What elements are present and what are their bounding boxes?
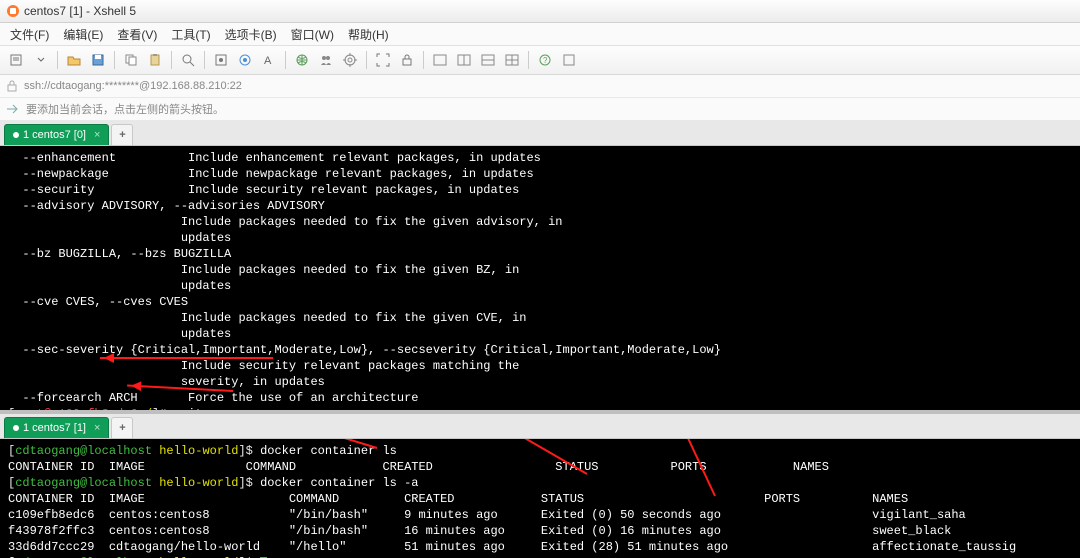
tab-session-0[interactable]: 1 centos7 [0] × [4,124,109,145]
toolbar: A ? [0,46,1080,75]
hint-bar: 要添加当前会话，点击左侧的箭头按钮。 [0,98,1080,121]
layout3-icon[interactable] [477,49,499,71]
table-header: CONTAINER ID IMAGE COMMAND CREATED STATU… [8,459,1072,475]
tab-close-icon[interactable]: × [94,422,100,434]
term-output-line: --security Include security relevant pac… [8,182,1072,198]
address-bar: ssh://cdtaogang:********@192.168.88.210:… [0,75,1080,98]
fullscreen-icon[interactable] [372,49,394,71]
tabstrip-upper: 1 centos7 [0] × + [0,121,1080,146]
window-title: centos7 [1] - Xshell 5 [24,4,136,18]
term-output-line: updates [8,326,1072,342]
help-icon[interactable]: ? [534,49,556,71]
tab-add-button[interactable]: + [111,124,133,145]
tab-label: 1 centos7 [0] [23,129,86,141]
plus-icon: + [119,129,125,141]
term-output-line: --sec-severity {Critical,Important,Moder… [8,342,1072,358]
tab-status-dot [13,132,19,138]
toolbar-dropdown-icon[interactable] [30,49,52,71]
term-output-line: Include security relevant packages match… [8,358,1072,374]
term-output-line: --enhancement Include enhancement releva… [8,150,1072,166]
terminal-pane-1[interactable]: [cdtaogang@localhost hello-world]$ docke… [0,439,1080,558]
svg-text:A: A [264,55,272,67]
toolbar-separator [423,51,424,69]
new-session-icon[interactable] [6,49,28,71]
tabstrip-lower: 1 centos7 [1] × + [0,414,1080,439]
term-output-line: --advisory ADVISORY, --advisories ADVISO… [8,198,1072,214]
term-output-line: Include packages needed to fix the given… [8,310,1072,326]
tab-close-icon[interactable]: × [94,129,100,141]
hint-text: 要添加当前会话，点击左侧的箭头按钮。 [26,101,224,117]
term-output-line: --bz BUGZILLA, --bzs BUGZILLA [8,246,1072,262]
globe-icon[interactable] [291,49,313,71]
term-prompt-line: [cdtaogang@localhost hello-world]$ docke… [8,475,1072,491]
table-row: 33d6dd7ccc29 cdtaogang/hello-world "/hel… [8,539,1072,555]
layout4-icon[interactable] [501,49,523,71]
menu-edit[interactable]: 编辑(E) [57,24,109,45]
terminal-pane-0[interactable]: --enhancement Include enhancement releva… [0,146,1080,410]
address-text[interactable]: ssh://cdtaogang:********@192.168.88.210:… [24,80,1074,92]
tab-status-dot [13,425,19,431]
copy-icon[interactable] [120,49,142,71]
layout1-icon[interactable] [429,49,451,71]
layout2-icon[interactable] [453,49,475,71]
toolbar-separator [171,51,172,69]
toolbar-separator [204,51,205,69]
app-icon [6,4,20,18]
color-icon[interactable] [234,49,256,71]
menu-file[interactable]: 文件(F) [4,24,55,45]
about-icon[interactable] [558,49,580,71]
menubar: 文件(F) 编辑(E) 查看(V) 工具(T) 选项卡(B) 窗口(W) 帮助(… [0,23,1080,46]
term-output-line: --forcearch ARCH Force the use of an arc… [8,390,1072,406]
paste-icon[interactable] [144,49,166,71]
menu-help[interactable]: 帮助(H) [342,24,395,45]
toolbar-separator [366,51,367,69]
save-icon[interactable] [87,49,109,71]
properties-icon[interactable] [210,49,232,71]
term-output-line: Include packages needed to fix the given… [8,262,1072,278]
lock-icon[interactable] [396,49,418,71]
term-output-line: Include packages needed to fix the given… [8,214,1072,230]
addr-lock-icon [6,80,18,92]
term-output-line: --newpackage Include newpackage relevant… [8,166,1072,182]
svg-text:?: ? [543,56,548,65]
tab-session-1[interactable]: 1 centos7 [1] × [4,417,109,438]
table-header: CONTAINER ID IMAGE COMMAND CREATED STATU… [8,491,1072,507]
window-titlebar: centos7 [1] - Xshell 5 [0,0,1080,23]
term-output-line: updates [8,278,1072,294]
hint-arrow-icon[interactable] [6,103,20,115]
term-output-line: updates [8,230,1072,246]
toolbar-separator [114,51,115,69]
target-icon[interactable] [339,49,361,71]
menu-window[interactable]: 窗口(W) [285,24,340,45]
menu-tools[interactable]: 工具(T) [165,24,216,45]
plus-icon: + [119,422,125,434]
term-output-line: --cve CVES, --cves CVES [8,294,1072,310]
table-row: c109efb8edc6 centos:centos8 "/bin/bash" … [8,507,1072,523]
term-prompt-line: [root@c109efb8edc6 /]# exit [8,406,1072,410]
toolbar-separator [57,51,58,69]
search-icon[interactable] [177,49,199,71]
toolbar-separator [528,51,529,69]
menu-tabs[interactable]: 选项卡(B) [219,24,283,45]
tab-add-button[interactable]: + [111,417,133,438]
font-icon[interactable]: A [258,49,280,71]
toolbar-separator [285,51,286,69]
open-icon[interactable] [63,49,85,71]
users-icon[interactable] [315,49,337,71]
table-row: f43978f2ffc3 centos:centos8 "/bin/bash" … [8,523,1072,539]
menu-view[interactable]: 查看(V) [111,24,163,45]
tab-label: 1 centos7 [1] [23,422,86,434]
